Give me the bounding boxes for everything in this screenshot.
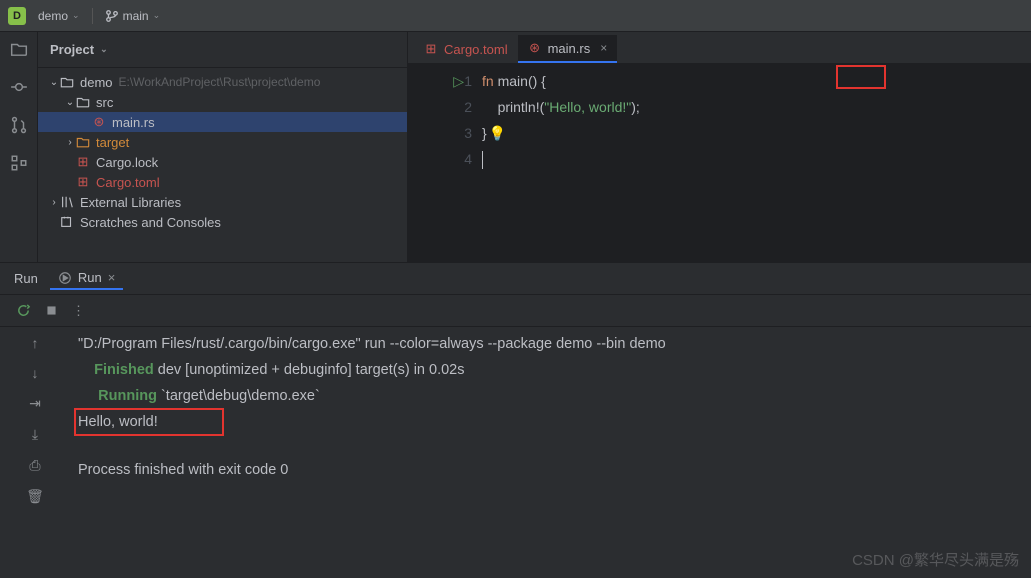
tree-cargo-toml-label: Cargo.toml: [96, 175, 160, 190]
tree-root-label: demo: [80, 75, 113, 90]
tree-scratches[interactable]: Scratches and Consoles: [38, 212, 407, 232]
run-tab[interactable]: Run ×: [50, 267, 123, 290]
project-tree: ⌄ demo E:\WorkAndProject\Rust\project\de…: [38, 68, 407, 236]
branch-name: main: [123, 9, 149, 23]
chevron-down-icon: ⌄: [153, 10, 161, 21]
tree-ext-libs-label: External Libraries: [80, 195, 181, 210]
cargo-icon: ⊞: [424, 42, 438, 56]
tab-label: Cargo.toml: [444, 42, 508, 57]
tree-ext-libs[interactable]: › External Libraries: [38, 192, 407, 212]
tree-main-rs[interactable]: ⊛ main.rs: [38, 112, 407, 132]
console-output-line: Hello, world!: [78, 414, 158, 430]
editor-tabs: ⊞ Cargo.toml ⊛ main.rs ×: [408, 32, 1031, 64]
bulb-icon[interactable]: 💡: [489, 125, 506, 141]
tree-cargo-lock-label: Cargo.lock: [96, 155, 158, 170]
rust-file-icon: ⊛: [92, 115, 106, 129]
code-editor[interactable]: ▷1 fn main() { 2 println!("Hello, world!…: [408, 64, 1031, 172]
run-tool-window: Run Run × ⋮ ↑ ↓ ⇥ ⤓ ⎙ 🗑 "D:/Program File…: [0, 262, 1031, 578]
separator: [92, 8, 93, 24]
caret: [482, 151, 483, 169]
chevron-right-icon: ›: [64, 137, 76, 148]
print-icon[interactable]: ⎙: [29, 457, 40, 474]
tree-cargo-toml[interactable]: ⊞ Cargo.toml: [38, 172, 407, 192]
tree-cargo-lock[interactable]: ⊞ Cargo.lock: [38, 152, 407, 172]
library-icon: [60, 195, 74, 209]
tree-src-label: src: [96, 95, 113, 110]
close-icon[interactable]: ×: [108, 270, 116, 285]
tab-label: main.rs: [548, 41, 591, 56]
chevron-down-icon: ⌄: [72, 10, 80, 21]
line-number: 4: [452, 146, 472, 172]
commit-icon[interactable]: [10, 78, 28, 96]
project-icon[interactable]: [10, 40, 28, 58]
up-icon[interactable]: ↑: [32, 335, 39, 351]
project-name: demo: [38, 9, 68, 23]
chevron-right-icon: ›: [48, 197, 60, 208]
stop-icon[interactable]: [45, 304, 58, 317]
console-output[interactable]: "D:/Program Files/rust/.cargo/bin/cargo.…: [70, 327, 1031, 578]
line-number: 2: [452, 94, 472, 120]
console-toolbar: ↑ ↓ ⇥ ⤓ ⎙ 🗑: [0, 327, 70, 578]
watermark: CSDN @繁华尽头满是殇: [852, 549, 1019, 570]
pull-request-icon[interactable]: [10, 116, 28, 134]
trash-icon[interactable]: 🗑: [26, 488, 44, 505]
soft-wrap-icon[interactable]: ⇥: [29, 395, 41, 412]
rust-file-icon: ⊛: [528, 41, 542, 55]
chevron-down-icon: ⌄: [64, 97, 76, 108]
more-icon[interactable]: ⋮: [72, 303, 87, 319]
run-window-title[interactable]: Run: [14, 271, 38, 286]
tree-src[interactable]: ⌄ src: [38, 92, 407, 112]
cargo-icon: ⊞: [76, 175, 90, 189]
run-gutter-icon[interactable]: ▷: [453, 68, 464, 94]
chevron-down-icon: ⌄: [100, 44, 108, 55]
title-bar: D demo ⌄ main ⌄: [0, 0, 1031, 32]
rerun-icon[interactable]: [16, 303, 31, 318]
scratches-icon: [60, 215, 74, 229]
tab-main-rs[interactable]: ⊛ main.rs ×: [518, 35, 618, 63]
project-panel: Project ⌄ ⌄ demo E:\WorkAndProject\Rust\…: [38, 32, 408, 262]
cargo-icon: ⊞: [76, 155, 90, 169]
tree-target-label: target: [96, 135, 129, 150]
down-icon[interactable]: ↓: [32, 365, 39, 381]
tree-scratches-label: Scratches and Consoles: [80, 215, 221, 230]
console-exit: Process finished with exit code 0: [78, 457, 1023, 483]
console-cmd: "D:/Program Files/rust/.cargo/bin/cargo.…: [78, 331, 1023, 357]
folder-icon: [76, 95, 90, 109]
editor-area: ⊞ Cargo.toml ⊛ main.rs × ▷1 fn main() { …: [408, 32, 1031, 262]
run-tab-label: Run: [78, 270, 102, 285]
chevron-down-icon: ⌄: [48, 77, 60, 88]
folder-icon: [76, 135, 90, 149]
left-tool-rail: [0, 32, 38, 262]
tree-target[interactable]: › target: [38, 132, 407, 152]
project-badge: D: [8, 7, 26, 25]
line-number: 3: [452, 120, 472, 146]
structure-icon[interactable]: [10, 154, 28, 172]
project-switcher[interactable]: demo ⌄: [34, 7, 84, 25]
tab-cargo-toml[interactable]: ⊞ Cargo.toml: [414, 35, 518, 63]
project-panel-header[interactable]: Project ⌄: [38, 32, 407, 68]
scroll-end-icon[interactable]: ⤓: [32, 426, 38, 443]
tree-root[interactable]: ⌄ demo E:\WorkAndProject\Rust\project\de…: [38, 72, 407, 92]
project-panel-title: Project: [50, 42, 94, 57]
tree-root-path: E:\WorkAndProject\Rust\project\demo: [119, 75, 321, 89]
branch-switcher[interactable]: main ⌄: [101, 7, 165, 25]
run-icon: [58, 271, 72, 285]
folder-icon: [60, 75, 74, 89]
tree-main-label: main.rs: [112, 115, 155, 130]
close-icon[interactable]: ×: [600, 41, 607, 55]
branch-icon: [105, 9, 119, 23]
